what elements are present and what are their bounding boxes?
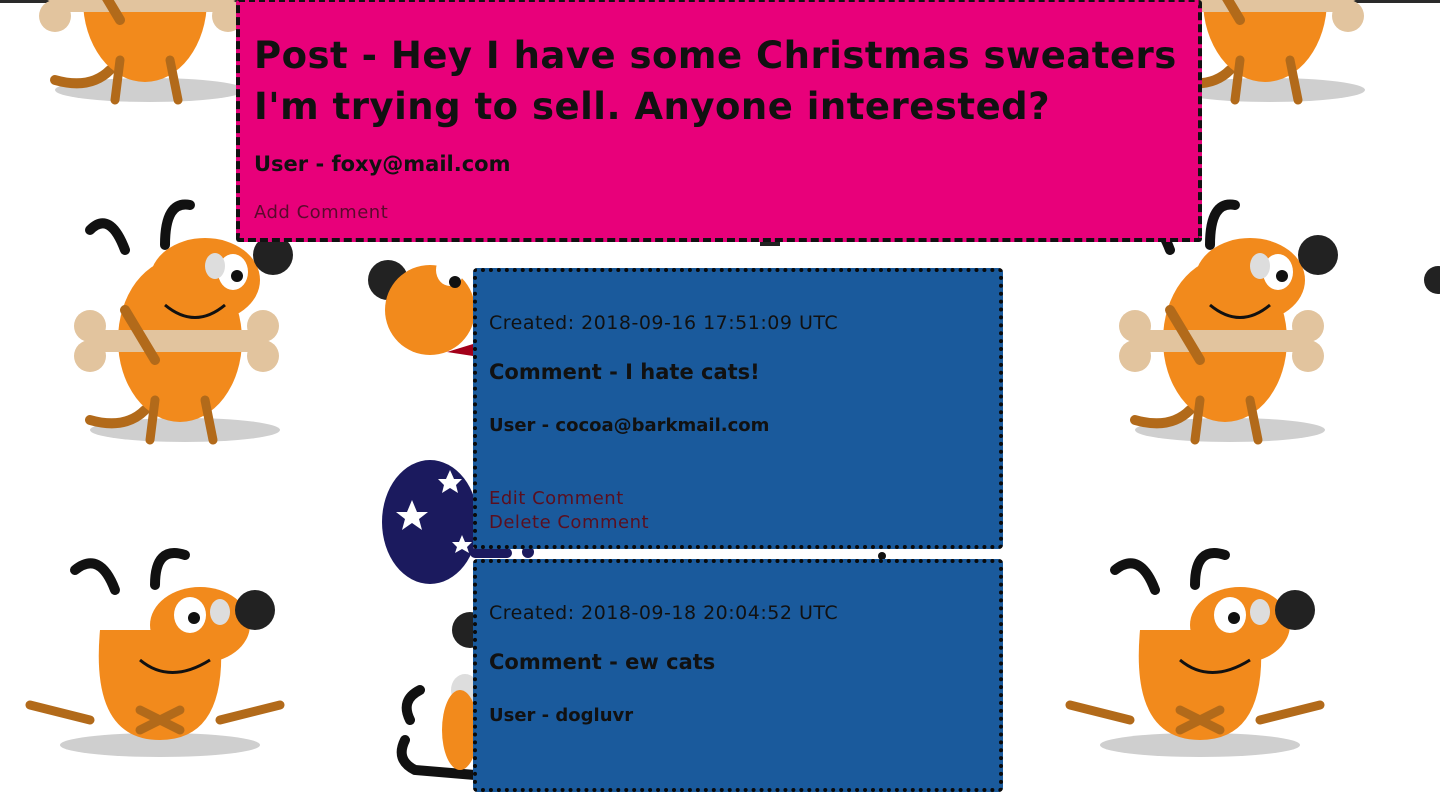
comment-text: Comment - I hate cats! (489, 360, 760, 384)
delete-comment-link[interactable]: Delete Comment (489, 512, 649, 533)
comment-user: User - dogluvr (489, 705, 634, 726)
comment-created: Created: 2018-09-18 20:04:52 UTC (489, 602, 839, 624)
edit-comment-link[interactable]: Edit Comment (489, 488, 624, 509)
post-card: Post - Hey I have some Christmas sweater… (236, 0, 1202, 242)
comment-created: Created: 2018-09-16 17:51:09 UTC (489, 312, 839, 334)
comment-user: User - cocoa@barkmail.com (489, 415, 770, 436)
add-comment-link[interactable]: Add Comment (254, 202, 388, 223)
comment-card: Created: 2018-09-18 20:04:52 UTC Comment… (473, 559, 1003, 792)
post-user: User - foxy@mail.com (254, 152, 511, 176)
post-title: Post - Hey I have some Christmas sweater… (254, 34, 1177, 128)
comment-text: Comment - ew cats (489, 650, 716, 674)
comment-card: Created: 2018-09-16 17:51:09 UTC Comment… (473, 268, 1003, 549)
